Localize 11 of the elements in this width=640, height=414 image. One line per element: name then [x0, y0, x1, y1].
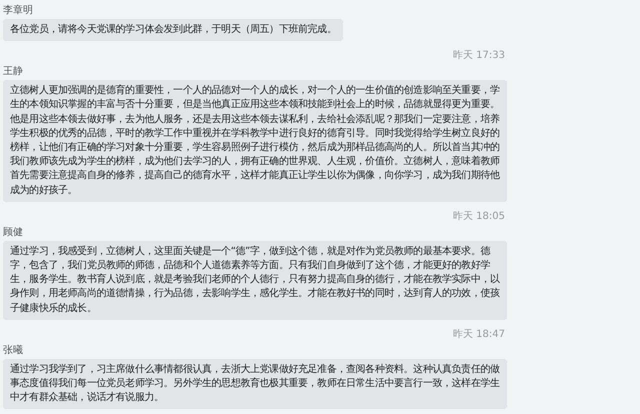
message-bubble: 各位党员，请将今天党课的学习体会发到此群，于明天（周五）下班前完成。	[3, 19, 344, 42]
message-bubble: 通过学习，我感受到，立德树人，这里面关键是一个“德”字，做到这个德，就是对作为党员教师的最基本要求。德字，包含了，我们党员教师的师德，品德和个人道德素养等方面。只有我们自身做到了这个德，才能更好的教好学生，服务学生。教书育人说到底，就是考验我们老师的个人德行，只有努力提高自身的德行，才能在教学实际中，以身作则，用老师高尚的道德情操，行为品德，去影响学生，感化学生。才能在教好书的同时，达到育人的功效，使孩子健康快乐的成长。	[3, 240, 507, 320]
message-bubble: 立德树人更加强调的是德育的重要性，一个人的品德对一个人的成长，对一个人的一生价值的创造影响至关重要，学生的本领知识掌握的丰富与否十分重要，但是当他真正应用这些本领和技能到社会上的时候，品德就显得更为重要。他是用这些本领去做好事，去为他人服务，还是去用这些本领去谋私利，去给社会添乱呢？那我们一定要注意，培养学生积极的优秀的品德，平时的教学工作中重视并在学科教学中进行良好的德育引导。同时我觉得给学生树立良好的榜样，让他们有正确的学习对象十分重要，学生容易照例子进行模仿，然后成为那样品德高尚的人。所以首当其冲的我们教师该先成为学生的榜样，成为他们去学习的人，拥有正确的世界观、人生观，价值价。立德树人，意味着教师首先需要注意提高自身的修养，提高自己的德育水平，这样才能真正让学生以你为偶像，向你学习，成为我们期待他成为的好孩子。	[3, 80, 507, 202]
sender-name: 张曦	[3, 344, 23, 358]
timestamp: 昨天 17:33	[453, 49, 505, 64]
timestamp: 昨天 18:05	[453, 210, 505, 224]
sender-name: 王静	[3, 65, 23, 80]
sender-name: 李章明	[3, 4, 33, 18]
message-bubble: 通过学习我学到了，习主席做什么事情都很认真，去浙大上党课做好充足准备，查阅各种资料。这种认真负责任的做事态度值得我们每一位党员老师学习。另外学生的思想教育也极其重要，教师在日常生活中要言行一致，这样在学生中才有群众基础，说话才有说服力。	[3, 358, 507, 410]
sender-name: 顾健	[3, 226, 23, 240]
timestamp: 昨天 18:47	[453, 328, 505, 342]
